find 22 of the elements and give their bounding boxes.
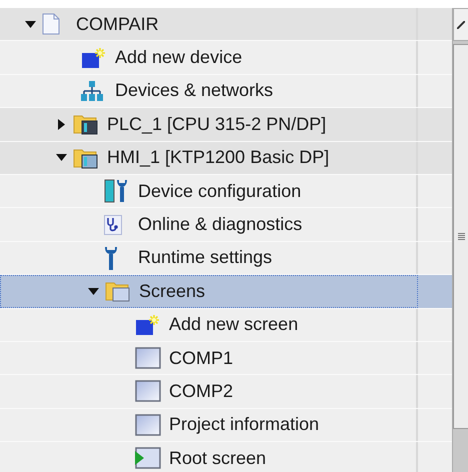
screen-icon xyxy=(135,380,161,402)
stethoscope-icon xyxy=(104,214,122,235)
add-new-icon xyxy=(135,314,159,336)
tree-item[interactable]: Screens xyxy=(0,275,418,308)
scroll-up-icon[interactable] xyxy=(457,20,465,28)
root-screen-icon xyxy=(135,447,161,470)
expand-arrow-icon[interactable] xyxy=(24,20,36,28)
device-folder-icon xyxy=(73,146,99,169)
selection-highlight xyxy=(418,275,452,308)
screen-icon xyxy=(135,414,161,436)
device-wrench-icon xyxy=(104,179,130,204)
expand-arrow-icon[interactable] xyxy=(56,154,66,162)
device-folder-icon xyxy=(73,113,99,136)
wrench-icon xyxy=(104,246,118,270)
network-icon xyxy=(81,80,103,101)
screen-icon xyxy=(135,347,161,370)
expand-arrow-icon[interactable] xyxy=(88,288,98,295)
folder-icon xyxy=(105,280,131,302)
add-new-icon xyxy=(81,46,105,69)
scrollbar[interactable] xyxy=(452,8,468,472)
document-icon xyxy=(42,13,60,36)
collapse-arrow-icon[interactable] xyxy=(58,118,64,130)
